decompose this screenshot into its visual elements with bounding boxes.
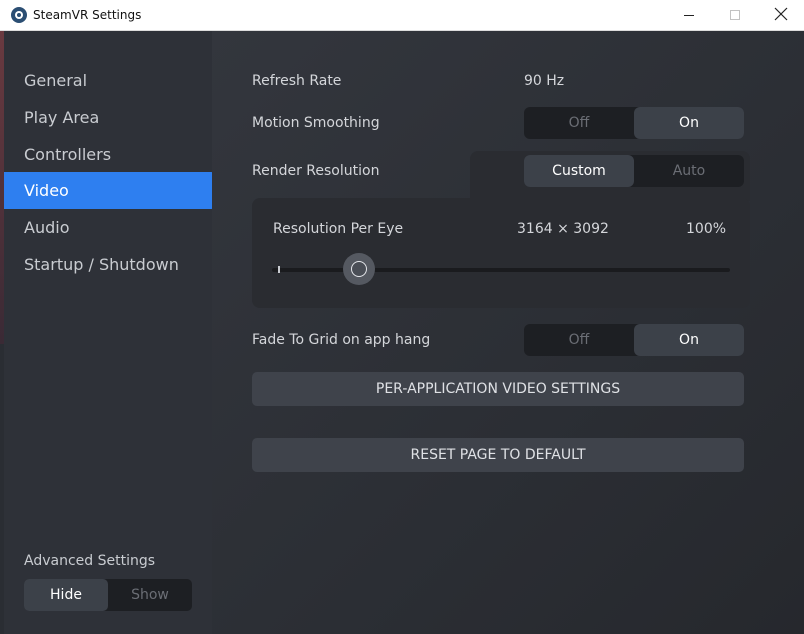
resolution-per-eye-panel: Resolution Per Eye 3164 × 3092 100% (252, 198, 750, 308)
motion-smoothing-off[interactable]: Off (524, 107, 634, 139)
advanced-settings-toggle: Hide Show (24, 579, 192, 611)
resolution-per-eye-label: Resolution Per Eye (273, 221, 404, 237)
maximize-button[interactable] (712, 0, 758, 30)
render-resolution-auto[interactable]: Auto (634, 155, 744, 187)
fade-to-grid-on[interactable]: On (634, 324, 744, 356)
maximize-icon (730, 10, 740, 20)
render-resolution-custom[interactable]: Custom (524, 155, 634, 187)
fade-to-grid-label: Fade To Grid on app hang (252, 332, 431, 348)
close-icon (774, 7, 788, 21)
advanced-show-option[interactable]: Show (108, 579, 192, 611)
refresh-rate-value[interactable]: 90 Hz (524, 73, 564, 89)
sidebar-item-audio[interactable]: Audio (4, 209, 217, 246)
video-settings-panel: Refresh Rate 90 Hz Motion Smoothing Off … (212, 31, 804, 634)
close-button[interactable] (758, 0, 804, 30)
fade-to-grid-toggle: Off On (524, 324, 744, 356)
sidebar: General Play Area Controllers Video Audi… (4, 31, 217, 634)
window-title: SteamVR Settings (33, 8, 142, 22)
sidebar-item-startup-shutdown[interactable]: Startup / Shutdown (4, 246, 217, 283)
motion-smoothing-on[interactable]: On (634, 107, 744, 139)
resolution-slider-thumb[interactable] (343, 253, 375, 285)
resolution-per-eye-value: 3164 × 3092 (517, 221, 609, 237)
sidebar-item-video[interactable]: Video (4, 172, 217, 209)
refresh-rate-label: Refresh Rate (252, 73, 342, 89)
advanced-settings-label: Advanced Settings (24, 553, 156, 569)
motion-smoothing-toggle: Off On (524, 107, 744, 139)
sidebar-item-play-area[interactable]: Play Area (4, 99, 217, 136)
resolution-slider-tick (278, 266, 280, 273)
render-resolution-toggle: Custom Auto (524, 155, 744, 187)
sidebar-item-general[interactable]: General (4, 62, 217, 99)
fade-to-grid-off[interactable]: Off (524, 324, 634, 356)
motion-smoothing-label: Motion Smoothing (252, 115, 380, 131)
resolution-slider-track[interactable] (272, 268, 730, 272)
reset-page-to-default-button[interactable]: RESET PAGE TO DEFAULT (252, 438, 744, 472)
render-resolution-label: Render Resolution (252, 163, 380, 179)
title-bar: SteamVR Settings (0, 0, 804, 31)
minimize-icon (684, 15, 694, 16)
sidebar-item-controllers[interactable]: Controllers (4, 136, 217, 173)
steamvr-logo-icon (11, 7, 27, 23)
per-application-video-settings-button[interactable]: PER-APPLICATION VIDEO SETTINGS (252, 372, 744, 406)
advanced-hide-option[interactable]: Hide (24, 579, 108, 611)
minimize-button[interactable] (666, 0, 712, 30)
resolution-percent-value: 100% (686, 221, 727, 237)
